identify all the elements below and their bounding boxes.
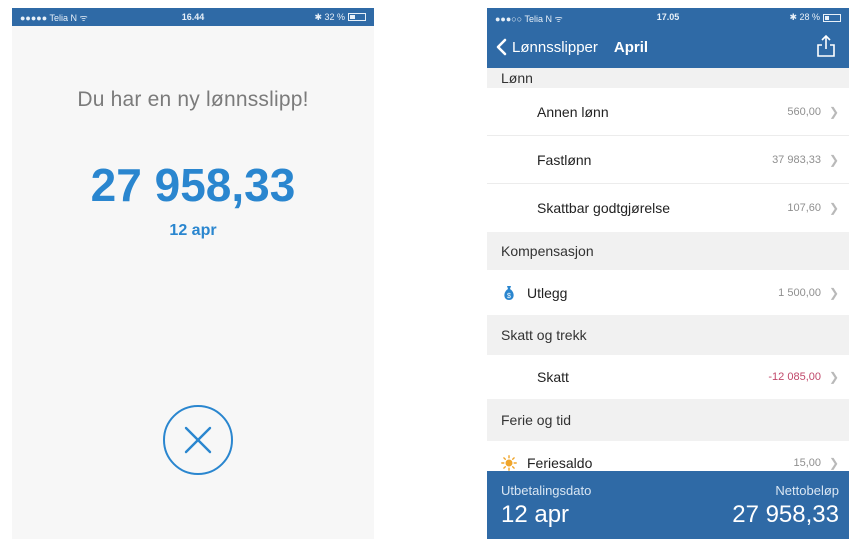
payout-date-value: 12 apr — [501, 501, 570, 528]
chevron-left-icon — [496, 38, 507, 56]
net-amount-label: Nettobeløp — [775, 483, 839, 498]
section-header-skatt-og-trekk: Skatt og trekk — [487, 315, 849, 355]
row-label: Fastlønn — [537, 151, 592, 168]
sun-icon — [501, 455, 517, 471]
row-value: 1 500,00 — [778, 286, 821, 299]
share-button[interactable] — [815, 34, 837, 58]
chevron-right-icon: ❯ — [828, 104, 839, 119]
row-label: Skatt — [537, 369, 569, 385]
share-icon — [817, 34, 835, 57]
row-value: 560,00 — [787, 105, 821, 118]
chevron-right-icon: ❯ — [828, 201, 839, 215]
row-value-negative: -12 085,00 — [768, 371, 821, 383]
battery-indicator: ✱ 32 % — [314, 12, 366, 23]
svg-text:$: $ — [507, 293, 511, 300]
status-bar: ●●●○○ Telia N ᯤ 17.05 ✱ 28 % — [487, 8, 849, 26]
row-label: Skattbar godtgjørelse — [537, 200, 671, 216]
battery-percent: ✱ 28 % — [789, 12, 820, 22]
row-label: Utlegg — [527, 284, 568, 301]
list-item-fastlonn[interactable]: Fastlønn 37 983,33 ❯ — [487, 136, 849, 184]
chevron-right-icon: ❯ — [828, 152, 839, 167]
payout-summary-bar: Utbetalingsdato 12 apr Nettobeløp 27 958… — [487, 471, 849, 539]
section-header-kompensasjon: Kompensasjon — [487, 232, 849, 270]
list-item-skatt[interactable]: Skatt -12 085,00 ❯ — [487, 355, 849, 399]
chevron-right-icon: ❯ — [828, 370, 839, 384]
close-circle-icon — [184, 426, 212, 454]
close-button[interactable] — [163, 405, 233, 475]
payslip-amount: 27 958,33 — [90, 159, 296, 211]
list-item-annen-lonn[interactable]: Annen lønn 560,00 ❯ — [487, 88, 849, 136]
back-label: Lønnsslipper — [512, 38, 598, 56]
navigation-bar: Lønnsslipper April — [487, 26, 849, 68]
back-button[interactable]: Lønnsslipper — [495, 38, 598, 56]
chevron-right-icon: ❯ — [828, 285, 839, 300]
battery-icon — [823, 13, 841, 22]
status-bar: ●●●●● Telia N ᯤ 16.44 ✱ 32 % — [12, 8, 374, 26]
section-header-lonn: Lønn — [487, 68, 849, 88]
list-item-utlegg[interactable]: $ Utlegg 1 500,00 ❯ — [487, 270, 849, 315]
payslip-date: 12 apr — [169, 222, 217, 239]
row-label: Feriesaldo — [527, 455, 593, 471]
new-payslip-message: Du har en ny lønnsslipp! — [77, 88, 309, 111]
row-value: 37 983,33 — [772, 153, 821, 166]
row-label: Annen lønn — [537, 103, 609, 120]
battery-percent: ✱ 32 % — [314, 11, 345, 22]
row-value: 107,60 — [787, 202, 821, 214]
payslip-detail-screen: ●●●○○ Telia N ᯤ 17.05 ✱ 28 % Lønnsslippe… — [487, 8, 849, 539]
net-amount-value: 27 958,33 — [732, 501, 839, 528]
battery-icon — [348, 13, 366, 21]
money-bag-icon: $ — [501, 285, 517, 301]
section-header-ferie-og-tid: Ferie og tid — [487, 399, 849, 441]
nav-title: April — [613, 38, 649, 56]
list-item-skattbar-godtgjorelse[interactable]: Skattbar godtgjørelse 107,60 ❯ — [487, 184, 849, 232]
new-payslip-screen: ●●●●● Telia N ᯤ 16.44 ✱ 32 % Du har en n… — [12, 8, 374, 539]
payslip-list: Lønn Annen lønn 560,00 ❯ Fastlønn 37 983… — [487, 68, 849, 485]
payout-date-label: Utbetalingsdato — [501, 483, 592, 498]
chevron-right-icon: ❯ — [828, 456, 839, 470]
row-value: 15,00 — [793, 457, 821, 469]
battery-indicator: ✱ 28 % — [789, 12, 841, 23]
